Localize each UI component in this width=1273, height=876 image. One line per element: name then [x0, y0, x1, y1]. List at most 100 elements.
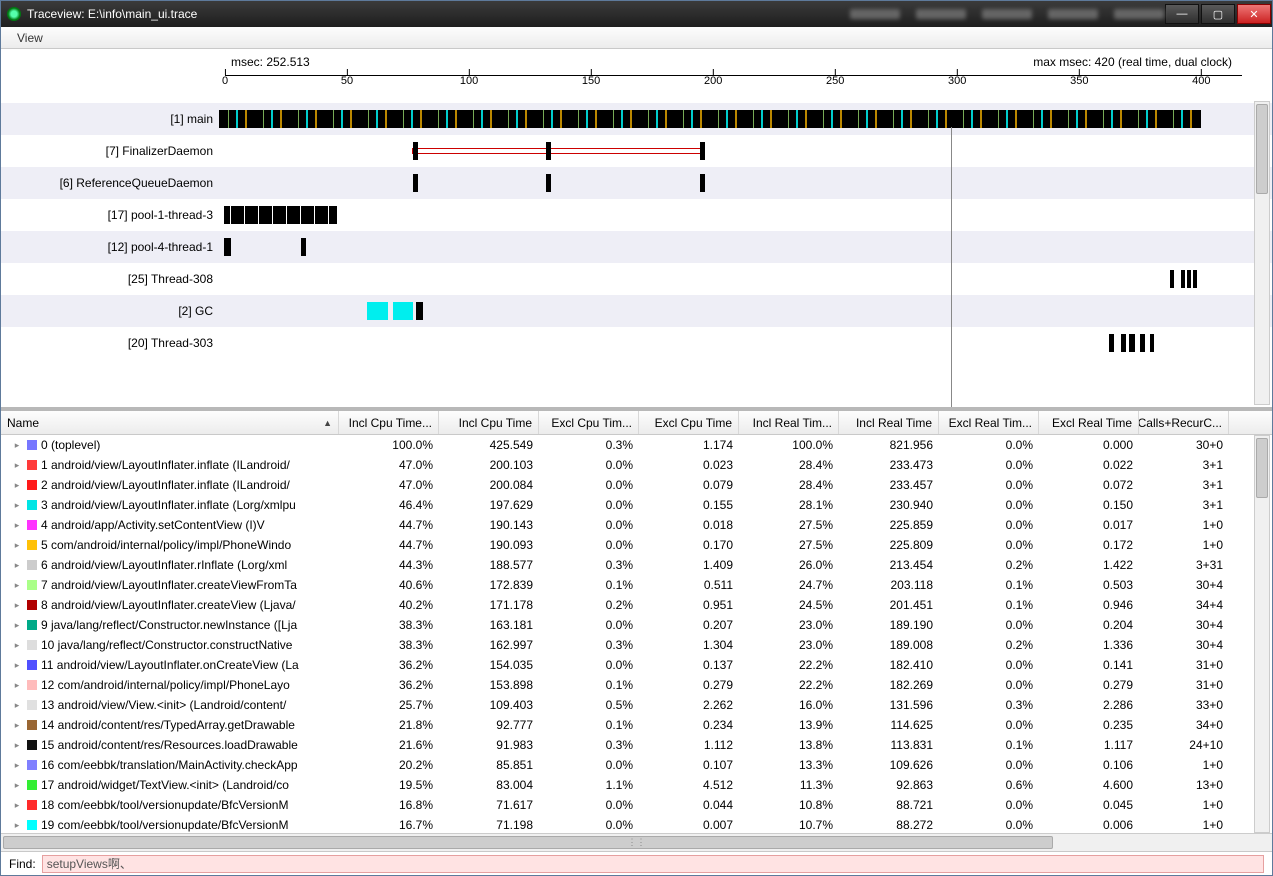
table-row[interactable]: ▸15 android/content/res/Resources.loadDr…: [1, 735, 1272, 755]
table-row[interactable]: ▸16 com/eebbk/translation/MainActivity.c…: [1, 755, 1272, 775]
col-header-excl-real-time[interactable]: Excl Real Time: [1039, 411, 1139, 434]
scrollbar-thumb[interactable]: [1256, 104, 1268, 194]
cell-c2: 92.777: [439, 718, 539, 732]
expand-icon[interactable]: ▸: [11, 640, 23, 651]
find-input[interactable]: [42, 855, 1264, 873]
timeline-row[interactable]: [12] pool-4-thread-1: [1, 231, 1272, 263]
timeline-row[interactable]: [1] main: [1, 103, 1272, 135]
color-swatch: [27, 640, 37, 650]
expand-icon[interactable]: ▸: [11, 540, 23, 551]
table-row[interactable]: ▸19 com/eebbk/tool/versionupdate/BfcVers…: [1, 815, 1272, 833]
col-header-incl-cpu-pct[interactable]: Incl Cpu Time...: [339, 411, 439, 434]
window-maximize-button[interactable]: ▢: [1201, 4, 1235, 24]
timeline-msec-label: msec: 252.513: [231, 55, 310, 69]
table-row[interactable]: ▸1 android/view/LayoutInflater.inflate (…: [1, 455, 1272, 475]
expand-icon[interactable]: ▸: [11, 780, 23, 791]
col-header-calls[interactable]: Calls+RecurC...: [1139, 411, 1229, 434]
table-row[interactable]: ▸12 com/android/internal/policy/impl/Pho…: [1, 675, 1272, 695]
timeline-track[interactable]: [219, 135, 1242, 167]
menu-view[interactable]: View: [9, 29, 51, 47]
expand-icon[interactable]: ▸: [11, 760, 23, 771]
col-header-excl-cpu-pct[interactable]: Excl Cpu Tim...: [539, 411, 639, 434]
col-header-name[interactable]: Name▲: [1, 411, 339, 434]
window-close-button[interactable]: ✕: [1237, 4, 1271, 24]
col-header-excl-cpu-time[interactable]: Excl Cpu Time: [639, 411, 739, 434]
timeline-row[interactable]: [7] FinalizerDaemon: [1, 135, 1272, 167]
table-row[interactable]: ▸2 android/view/LayoutInflater.inflate (…: [1, 475, 1272, 495]
window-minimize-button[interactable]: —: [1165, 4, 1199, 24]
cell-name: ▸2 android/view/LayoutInflater.inflate (…: [1, 478, 339, 492]
table-row[interactable]: ▸4 android/app/Activity.setContentView (…: [1, 515, 1272, 535]
table-row[interactable]: ▸7 android/view/LayoutInflater.createVie…: [1, 575, 1272, 595]
col-header-incl-cpu-time[interactable]: Incl Cpu Time: [439, 411, 539, 434]
table-row[interactable]: ▸3 android/view/LayoutInflater.inflate (…: [1, 495, 1272, 515]
timeline-track[interactable]: [219, 167, 1242, 199]
col-header-excl-real-pct[interactable]: Excl Real Tim...: [939, 411, 1039, 434]
table-vertical-scrollbar[interactable]: [1254, 435, 1270, 833]
timeline-track[interactable]: [219, 263, 1242, 295]
expand-icon[interactable]: ▸: [11, 740, 23, 751]
table-row[interactable]: ▸14 android/content/res/TypedArray.getDr…: [1, 715, 1272, 735]
cell-c6: 92.863: [839, 778, 939, 792]
table-horizontal-scrollbar[interactable]: ⋮⋮: [1, 833, 1272, 851]
table-row[interactable]: ▸17 android/widget/TextView.<init> (Land…: [1, 775, 1272, 795]
method-name: 9 java/lang/reflect/Constructor.newInsta…: [41, 618, 297, 632]
cell-c4: 0.007: [639, 818, 739, 832]
table-row[interactable]: ▸6 android/view/LayoutInflater.rInflate …: [1, 555, 1272, 575]
cell-c7: 0.0%: [939, 478, 1039, 492]
col-header-incl-real-pct[interactable]: Incl Real Tim...: [739, 411, 839, 434]
expand-icon[interactable]: ▸: [11, 500, 23, 511]
table-row[interactable]: ▸18 com/eebbk/tool/versionupdate/BfcVers…: [1, 795, 1272, 815]
timeline-row[interactable]: [17] pool-1-thread-3: [1, 199, 1272, 231]
expand-icon[interactable]: ▸: [11, 520, 23, 531]
scrollbar-thumb[interactable]: [1256, 438, 1268, 498]
cell-c3: 0.5%: [539, 698, 639, 712]
table-row[interactable]: ▸0 (toplevel)100.0%425.5490.3%1.174100.0…: [1, 435, 1272, 455]
timeline-rows[interactable]: [1] main[7] FinalizerDaemon[6] Reference…: [1, 103, 1272, 407]
expand-icon[interactable]: ▸: [11, 720, 23, 731]
cell-c1: 47.0%: [339, 458, 439, 472]
timeline-row[interactable]: [6] ReferenceQueueDaemon: [1, 167, 1272, 199]
table-row[interactable]: ▸ 9 java/lang/reflect/Constructor.newInst…: [1, 615, 1272, 635]
expand-icon[interactable]: ▸: [11, 560, 23, 571]
cell-c2: 190.093: [439, 538, 539, 552]
expand-icon[interactable]: ▸: [11, 600, 23, 611]
expand-icon[interactable]: ▸: [11, 460, 23, 471]
cell-c1: 40.2%: [339, 598, 439, 612]
expand-icon[interactable]: ▸: [11, 620, 23, 631]
table-row[interactable]: ▸5 com/android/internal/policy/impl/Phon…: [1, 535, 1272, 555]
cell-name: ▸16 com/eebbk/translation/MainActivity.c…: [1, 758, 339, 772]
table-row[interactable]: ▸10 java/lang/reflect/Constructor.constr…: [1, 635, 1272, 655]
timeline-track[interactable]: [219, 295, 1242, 327]
timeline-track[interactable]: [219, 199, 1242, 231]
timeline-track[interactable]: [219, 103, 1242, 135]
scrollbar-thumb[interactable]: [3, 836, 1053, 849]
expand-icon[interactable]: ▸: [11, 700, 23, 711]
cell-c7: 0.1%: [939, 578, 1039, 592]
expand-icon[interactable]: ▸: [11, 480, 23, 491]
expand-icon[interactable]: ▸: [11, 580, 23, 591]
expand-icon[interactable]: ▸: [11, 660, 23, 671]
expand-icon[interactable]: ▸: [11, 820, 23, 831]
cell-c6: 88.721: [839, 798, 939, 812]
expand-icon[interactable]: ▸: [11, 680, 23, 691]
table-row[interactable]: ▸11 android/view/LayoutInflater.onCreate…: [1, 655, 1272, 675]
table-body[interactable]: ▸0 (toplevel)100.0%425.5490.3%1.174100.0…: [1, 435, 1272, 833]
timeline-cursor[interactable]: [951, 127, 952, 407]
col-header-incl-real-time[interactable]: Incl Real Time: [839, 411, 939, 434]
color-swatch: [27, 660, 37, 670]
expand-icon[interactable]: ▸: [11, 800, 23, 811]
timeline-row[interactable]: [25] Thread-308: [1, 263, 1272, 295]
timeline-track[interactable]: [219, 327, 1242, 359]
cell-c6: 201.451: [839, 598, 939, 612]
table-row[interactable]: ▸13 android/view/View.<init> (Landroid/c…: [1, 695, 1272, 715]
timeline-track[interactable]: [219, 231, 1242, 263]
timeline-row[interactable]: [2] GC: [1, 295, 1272, 327]
timeline-vertical-scrollbar[interactable]: [1254, 101, 1270, 405]
cell-c3: 0.0%: [539, 758, 639, 772]
timeline-row[interactable]: [20] Thread-303: [1, 327, 1272, 359]
expand-icon[interactable]: ▸: [11, 440, 23, 451]
table-row[interactable]: ▸8 android/view/LayoutInflater.createVie…: [1, 595, 1272, 615]
timeline-axis[interactable]: 050100150200250300350400: [225, 75, 1242, 101]
cell-c5: 13.9%: [739, 718, 839, 732]
